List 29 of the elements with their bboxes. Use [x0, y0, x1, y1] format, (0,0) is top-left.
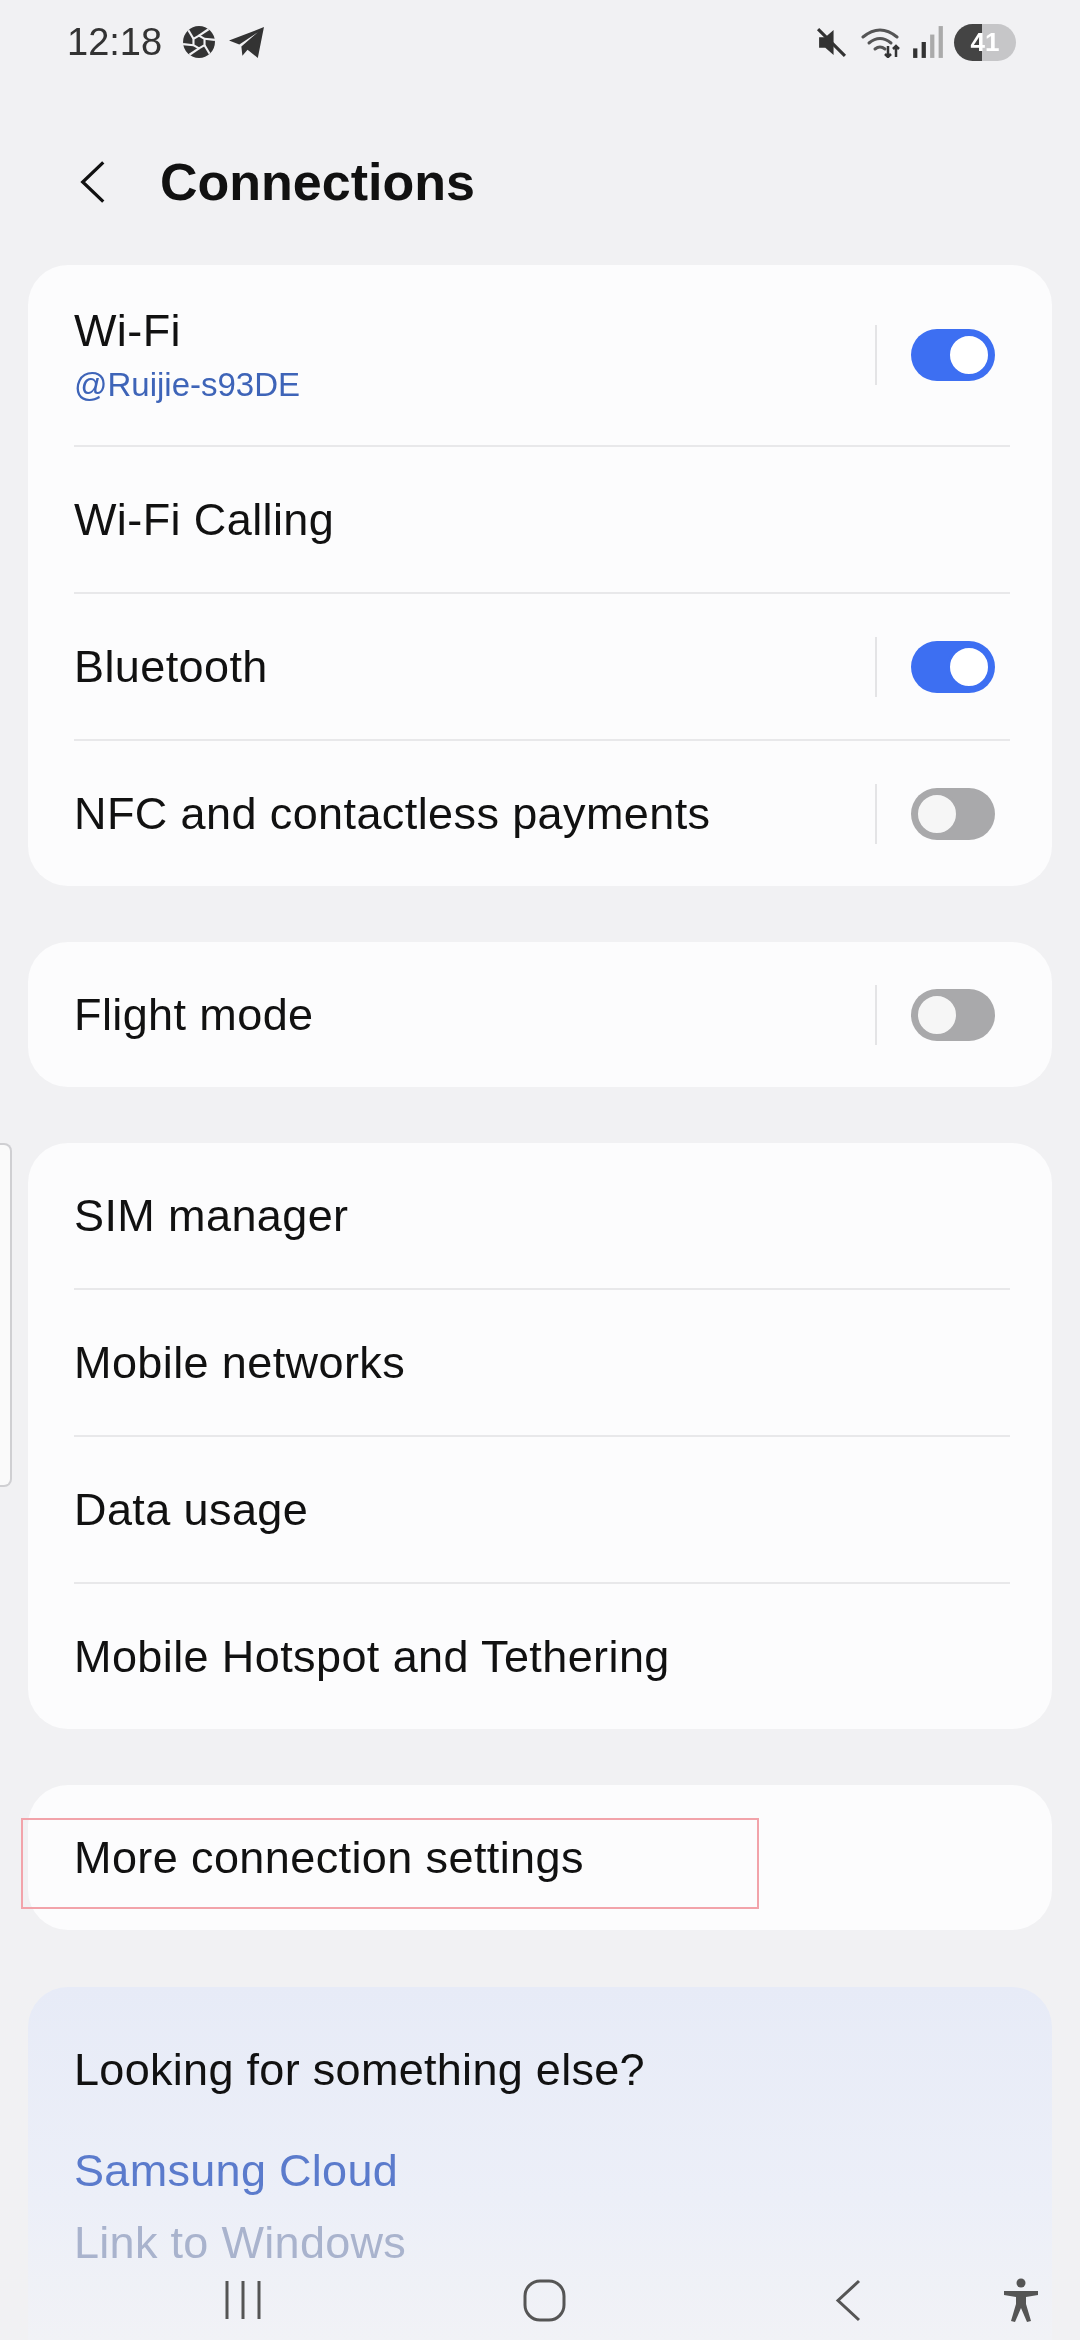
accessibility-icon[interactable] — [1002, 2277, 1040, 2323]
mute-icon — [816, 26, 847, 58]
home-icon[interactable] — [523, 2278, 566, 2322]
signal-icon — [912, 25, 944, 59]
aperture-icon — [182, 25, 217, 59]
toggle-switch[interactable] — [911, 988, 995, 1041]
edge-panel-handle[interactable] — [0, 1143, 12, 1487]
toggle-switch[interactable] — [911, 787, 995, 840]
toggle-switch[interactable] — [911, 329, 995, 381]
setting-title[interactable]: Wi-Fi Calling — [74, 493, 335, 546]
setting-title[interactable]: Wi-Fi — [74, 305, 181, 357]
page-title: Connections — [160, 151, 475, 212]
setting-title[interactable]: Bluetooth — [74, 640, 268, 693]
paper-plane-icon — [228, 25, 266, 59]
setting-subtitle: @Ruijie-s93DE — [74, 365, 301, 405]
setting-title[interactable]: Flight mode — [74, 988, 314, 1041]
setting-title[interactable]: Mobile Hotspot and Tethering — [74, 1630, 670, 1683]
recent-apps-icon[interactable] — [224, 2279, 262, 2321]
setting-title[interactable]: Mobile networks — [74, 1336, 406, 1389]
setting-title[interactable]: More connection settings — [74, 1831, 584, 1884]
setting-title[interactable]: Data usage — [74, 1483, 309, 1536]
suggestion-link[interactable]: Samsung Cloud — [74, 2145, 399, 2197]
status-time: 12:18 — [67, 20, 163, 64]
suggestions-title: Looking for something else? — [74, 2043, 645, 2097]
wifi-icon — [860, 26, 902, 58]
back-icon[interactable] — [835, 2278, 861, 2322]
toggle-switch[interactable] — [911, 640, 995, 693]
setting-title[interactable]: NFC and contactless payments — [74, 787, 711, 840]
setting-title[interactable]: SIM manager — [74, 1189, 349, 1242]
